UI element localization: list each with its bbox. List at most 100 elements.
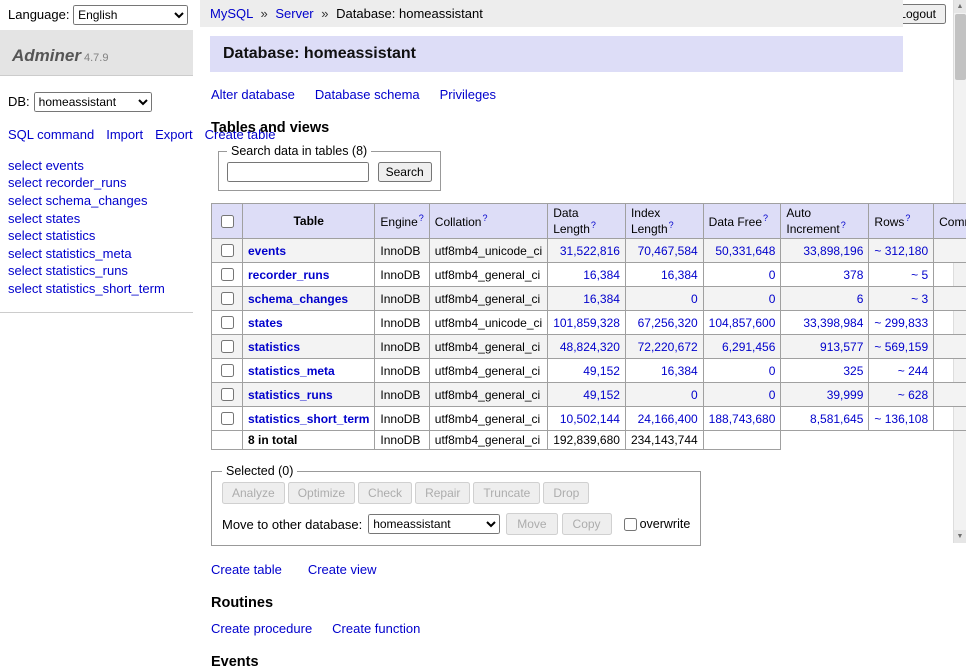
rows-count-link[interactable]: ~ 136,108	[874, 412, 928, 426]
sidebar-action-link[interactable]: Export	[155, 127, 193, 142]
data-length-link[interactable]: 49,152	[583, 364, 620, 378]
data-length-link[interactable]: 31,522,816	[560, 244, 620, 258]
auto-increment-link[interactable]: 33,398,984	[803, 316, 863, 330]
table-name-link[interactable]: statistics	[248, 340, 300, 354]
table-name-link[interactable]: statistics_short_term	[248, 412, 369, 426]
search-button[interactable]: Search	[378, 162, 432, 182]
row-checkbox[interactable]	[221, 244, 234, 257]
data-free-link[interactable]: 104,857,600	[709, 316, 776, 330]
routine-create-link[interactable]: Create procedure	[211, 621, 312, 636]
row-checkbox[interactable]	[221, 268, 234, 281]
bulk-action-button[interactable]: Repair	[415, 482, 470, 504]
index-length-link[interactable]: 67,256,320	[638, 316, 698, 330]
copy-button[interactable]: Copy	[562, 513, 612, 535]
bulk-action-button[interactable]: Check	[358, 482, 412, 504]
sidebar-select-table-link[interactable]: select statistics_runs	[8, 262, 193, 280]
data-length-link[interactable]: 49,152	[583, 388, 620, 402]
auto-increment-link[interactable]: 378	[843, 268, 863, 282]
data-free-link[interactable]: 188,743,680	[709, 412, 776, 426]
rows-count-link[interactable]: ~ 569,159	[874, 340, 928, 354]
move-button[interactable]: Move	[506, 513, 557, 535]
bulk-action-button[interactable]: Drop	[543, 482, 589, 504]
scrollbar-thumb[interactable]	[955, 14, 966, 80]
routine-create-link[interactable]: Create function	[332, 621, 420, 636]
sidebar-action-link[interactable]: Import	[106, 127, 143, 142]
row-checkbox[interactable]	[221, 340, 234, 353]
data-free-link[interactable]: 0	[769, 388, 776, 402]
column-help-link[interactable]: ?	[669, 220, 674, 230]
bulk-action-button[interactable]: Analyze	[222, 482, 285, 504]
data-free-link[interactable]: 0	[769, 364, 776, 378]
database-action-link[interactable]: Alter database	[211, 87, 295, 102]
data-free-link[interactable]: 50,331,648	[715, 244, 775, 258]
table-name-link[interactable]: states	[248, 316, 283, 330]
sidebar-select-table-link[interactable]: select states	[8, 210, 193, 228]
data-free-link[interactable]: 6,291,456	[722, 340, 775, 354]
search-input[interactable]	[227, 162, 369, 182]
table-name-link[interactable]: recorder_runs	[248, 268, 329, 282]
sidebar-select-table-link[interactable]: select events	[8, 157, 193, 175]
data-length-link[interactable]: 101,859,328	[553, 316, 620, 330]
rows-count-link[interactable]: ~ 312,180	[874, 244, 928, 258]
adminer-logo[interactable]: Adminer	[12, 46, 81, 65]
sidebar-select-table-link[interactable]: select statistics_meta	[8, 245, 193, 263]
row-checkbox[interactable]	[221, 412, 234, 425]
database-action-link[interactable]: Privileges	[440, 87, 496, 102]
data-length-link[interactable]: 16,384	[583, 292, 620, 306]
table-name-link[interactable]: events	[248, 244, 286, 258]
table-name-link[interactable]: statistics_runs	[248, 388, 333, 402]
column-help-link[interactable]: ?	[841, 220, 846, 230]
breadcrumb-link-mysql[interactable]: MySQL	[210, 6, 253, 21]
data-length-link[interactable]: 48,824,320	[560, 340, 620, 354]
index-length-link[interactable]: 16,384	[661, 364, 698, 378]
auto-increment-link[interactable]: 6	[857, 292, 864, 306]
select-all-checkbox[interactable]	[221, 215, 234, 228]
sidebar-select-table-link[interactable]: select statistics	[8, 227, 193, 245]
data-free-link[interactable]: 0	[769, 292, 776, 306]
rows-count-link[interactable]: ~ 5	[911, 268, 928, 282]
rows-count-link[interactable]: ~ 299,833	[874, 316, 928, 330]
auto-increment-link[interactable]: 325	[843, 364, 863, 378]
create-link[interactable]: Create view	[308, 562, 377, 577]
column-help-link[interactable]: ?	[419, 213, 424, 223]
row-checkbox[interactable]	[221, 292, 234, 305]
data-length-link[interactable]: 10,502,144	[560, 412, 620, 426]
rows-count-link[interactable]: ~ 244	[898, 364, 928, 378]
column-help-link[interactable]: ?	[905, 213, 910, 223]
sidebar-select-table-link[interactable]: select statistics_short_term	[8, 280, 193, 298]
breadcrumb-link-server[interactable]: Server	[275, 6, 313, 21]
index-length-link[interactable]: 70,467,584	[638, 244, 698, 258]
index-length-link[interactable]: 24,166,400	[638, 412, 698, 426]
db-select[interactable]: homeassistant	[34, 92, 152, 112]
data-length-link[interactable]: 16,384	[583, 268, 620, 282]
language-select[interactable]: English	[73, 5, 188, 25]
bulk-action-button[interactable]: Optimize	[288, 482, 355, 504]
table-name-link[interactable]: statistics_meta	[248, 364, 335, 378]
index-length-link[interactable]: 0	[691, 292, 698, 306]
row-checkbox[interactable]	[221, 364, 234, 377]
column-help-link[interactable]: ?	[763, 213, 768, 223]
row-checkbox[interactable]	[221, 388, 234, 401]
create-link[interactable]: Create table	[211, 562, 282, 577]
index-length-link[interactable]: 72,220,672	[638, 340, 698, 354]
scroll-up-icon[interactable]: ▲	[954, 0, 966, 13]
auto-increment-link[interactable]: 33,898,196	[803, 244, 863, 258]
column-help-link[interactable]: ?	[482, 213, 487, 223]
sidebar-select-table-link[interactable]: select schema_changes	[8, 192, 193, 210]
auto-increment-link[interactable]: 913,577	[820, 340, 863, 354]
row-checkbox[interactable]	[221, 316, 234, 329]
auto-increment-link[interactable]: 8,581,645	[810, 412, 863, 426]
index-length-link[interactable]: 16,384	[661, 268, 698, 282]
scroll-down-icon[interactable]: ▼	[954, 530, 966, 543]
overwrite-checkbox[interactable]	[624, 518, 637, 531]
index-length-link[interactable]: 0	[691, 388, 698, 402]
sidebar-action-link[interactable]: SQL command	[8, 127, 94, 142]
sidebar-select-table-link[interactable]: select recorder_runs	[8, 174, 193, 192]
database-action-link[interactable]: Database schema	[315, 87, 420, 102]
data-free-link[interactable]: 0	[769, 268, 776, 282]
rows-count-link[interactable]: ~ 3	[911, 292, 928, 306]
move-database-select[interactable]: homeassistant	[368, 514, 500, 534]
column-help-link[interactable]: ?	[591, 220, 596, 230]
overwrite-option[interactable]: overwrite	[620, 515, 691, 534]
bulk-action-button[interactable]: Truncate	[473, 482, 540, 504]
